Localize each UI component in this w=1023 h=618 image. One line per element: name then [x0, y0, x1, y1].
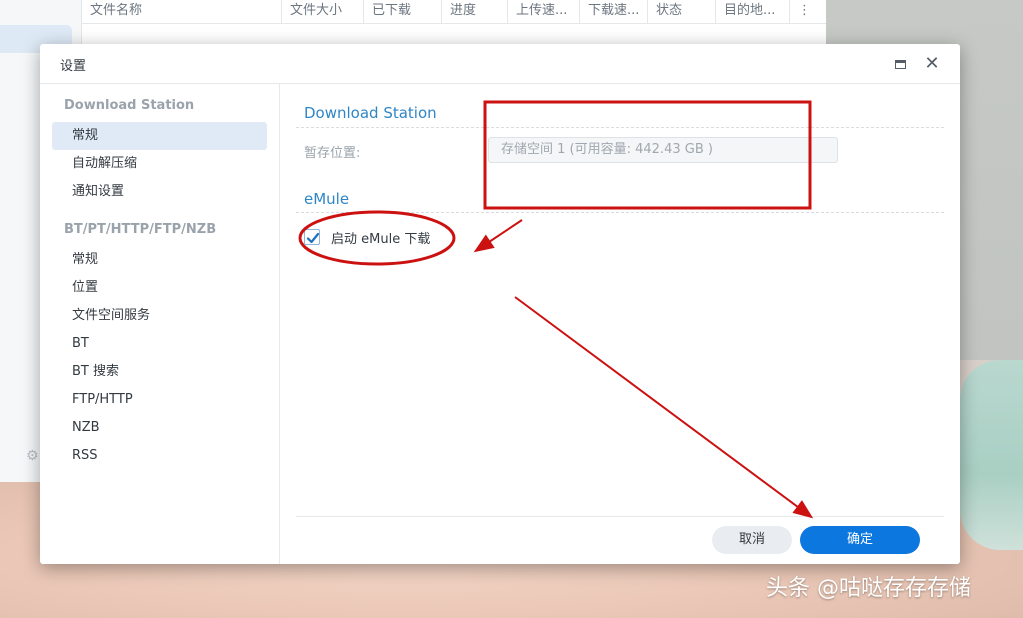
- sidebar-item-auto-extract[interactable]: 自动解压缩: [52, 150, 267, 178]
- task-list-header: 文件名称 文件大小 已下载 进度 上传速... 下载速... 状态 目的地...…: [82, 0, 826, 24]
- column-destination[interactable]: 目的地...: [716, 0, 790, 24]
- dialog-title: 设置: [60, 59, 87, 74]
- watermark-text: 头条 @咕哒存存存储: [766, 576, 971, 601]
- checkmark-icon: [306, 232, 320, 244]
- cancel-button[interactable]: 取消: [712, 526, 792, 554]
- settings-content: Download Station 暂存位置: 存储空间 1 (可用容量: 442…: [280, 84, 960, 564]
- sidebar-item-file-station-service[interactable]: 文件空间服务: [52, 302, 267, 330]
- enable-emule-row[interactable]: 启动 eMule 下载: [304, 228, 431, 247]
- column-download-speed[interactable]: 下载速...: [580, 0, 648, 24]
- temp-location-field[interactable]: 存储空间 1 (可用容量: 442.43 GB ): [488, 137, 838, 163]
- footer-divider: [296, 516, 944, 517]
- ok-button[interactable]: 确定: [800, 526, 920, 554]
- column-menu-icon[interactable]: ⋮: [790, 0, 826, 24]
- temp-location-label: 暂存位置:: [304, 146, 361, 161]
- section-divider: [296, 212, 944, 213]
- settings-sidebar: Download Station 常规 自动解压缩 通知设置 BT/PT/HTT…: [40, 84, 280, 564]
- desktop-wallpaper-teal: [960, 360, 1023, 550]
- sidebar-item-ftp-http[interactable]: FTP/HTTP: [52, 386, 267, 414]
- sidebar-item-protocol-general[interactable]: 常规: [52, 246, 267, 274]
- section-divider: [296, 127, 944, 128]
- sidebar-item-bt-search[interactable]: BT 搜索: [52, 358, 267, 386]
- settings-dialog: 设置 ✕ Download Station 常规 自动解压缩 通知设置 BT/P…: [40, 44, 960, 564]
- section-title-download-station: Download Station: [304, 104, 437, 122]
- column-status[interactable]: 状态: [648, 0, 716, 24]
- section-title-emule: eMule: [304, 190, 350, 208]
- sidebar-item-location[interactable]: 位置: [52, 274, 267, 302]
- sidebar-item-notifications[interactable]: 通知设置: [52, 178, 267, 206]
- sidebar-item-general[interactable]: 常规: [52, 122, 267, 150]
- column-upload-speed[interactable]: 上传速...: [508, 0, 580, 24]
- sidebar-item-rss[interactable]: RSS: [52, 442, 267, 470]
- enable-emule-checkbox[interactable]: [304, 229, 320, 245]
- sidebar-group-protocols: BT/PT/HTTP/FTP/NZB: [64, 222, 217, 237]
- column-downloaded[interactable]: 已下载: [364, 0, 442, 24]
- dialog-titlebar: 设置 ✕: [40, 44, 960, 84]
- sidebar-group-download-station: Download Station: [64, 98, 195, 113]
- column-filename[interactable]: 文件名称: [82, 0, 282, 24]
- enable-emule-label: 启动 eMule 下载: [331, 231, 431, 247]
- sidebar-item-nzb[interactable]: NZB: [52, 414, 267, 442]
- column-progress[interactable]: 进度: [442, 0, 508, 24]
- sidebar-item-bt[interactable]: BT: [52, 330, 267, 358]
- close-icon[interactable]: ✕: [922, 54, 942, 74]
- maximize-icon[interactable]: [890, 54, 910, 74]
- column-size[interactable]: 文件大小: [282, 0, 364, 24]
